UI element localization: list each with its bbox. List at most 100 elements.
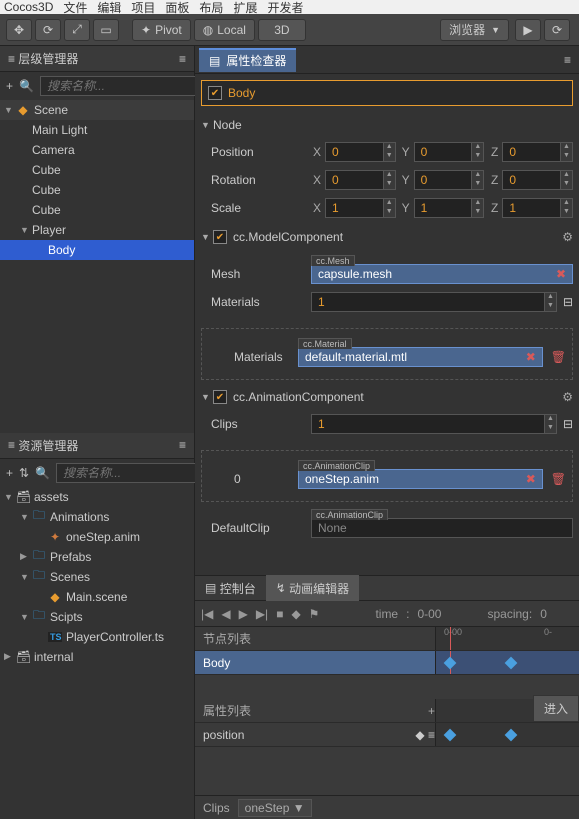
hierarchy-item[interactable]: Cube	[0, 180, 194, 200]
local-toggle[interactable]: ◍Local	[194, 19, 255, 41]
add-node-button[interactable]: +	[6, 79, 13, 93]
asset-row[interactable]: ▼🗃assets	[0, 487, 194, 507]
inspector-tab[interactable]: ▤属性检查器	[199, 48, 296, 72]
materials-count-row: Materials ▲▼ ⊟	[201, 290, 573, 314]
prev-frame-button[interactable]: ◀	[221, 607, 230, 621]
keyframe[interactable]	[505, 728, 518, 741]
rotate-tool-button[interactable]: ⟳	[35, 19, 61, 41]
node-enabled-checkbox[interactable]: ✔	[208, 86, 222, 100]
spacing-value: 0	[540, 607, 547, 621]
next-frame-button[interactable]: ▶|	[256, 607, 268, 621]
enter-edit-mode-button[interactable]: 进入	[533, 695, 579, 722]
mode-toggle[interactable]: 3D	[258, 19, 306, 41]
gear-icon[interactable]: ⚙	[562, 230, 573, 244]
animation-timeline: |◀ ◀ ▶ ▶| ■ ◆ ⚑ time: 0-00 spacing: 0 节点…	[195, 601, 579, 819]
body-track[interactable]	[435, 651, 579, 674]
preview-target-dropdown[interactable]: 浏览器▼	[440, 19, 509, 41]
menu-project[interactable]: 项目	[131, 0, 155, 16]
position-track[interactable]	[435, 723, 579, 746]
node-name[interactable]: Body	[228, 86, 255, 100]
material-element-row: Materials cc.Material default-material.m…	[208, 345, 566, 369]
clear-icon[interactable]: ✖	[556, 267, 566, 281]
first-frame-button[interactable]: |◀	[201, 607, 213, 621]
panel-menu-icon[interactable]: ≡	[179, 438, 186, 452]
clear-icon[interactable]: ✖	[526, 350, 536, 364]
rect-tool-button[interactable]: ▭	[93, 19, 119, 41]
materials-count-input[interactable]	[311, 292, 557, 312]
clips-count-input[interactable]	[311, 414, 557, 434]
timeline-ruler[interactable]: 0-00 0-	[435, 627, 579, 650]
main-toolbar: ✥ ⟳ ⤢ ▭ ✦Pivot ◍Local 3D 浏览器▼ ▶ ⟳	[0, 14, 579, 46]
model-component-section: ▼✔cc.ModelComponent⚙ Mesh cc.Mesh capsul…	[201, 226, 573, 380]
spinner-down[interactable]: ▼	[383, 152, 395, 161]
keyframe[interactable]	[444, 656, 457, 669]
panel-menu-icon[interactable]: ≡	[179, 52, 186, 66]
asset-row[interactable]: ▼🗀Scipts	[0, 607, 194, 627]
clear-icon[interactable]: ✖	[526, 472, 536, 486]
menu-edit[interactable]: 编辑	[97, 0, 121, 16]
default-clip-row: DefaultClip cc.AnimationClip None	[201, 516, 573, 540]
play-button[interactable]: ▶	[515, 19, 541, 41]
keyframe[interactable]	[444, 728, 457, 741]
timeline-property-row-position[interactable]: position◆ ≡	[195, 723, 579, 747]
menu-extension[interactable]: 扩展	[233, 0, 257, 16]
animation-component-header[interactable]: ▼✔cc.AnimationComponent⚙	[201, 386, 573, 408]
refresh-button[interactable]: ⟳	[544, 19, 570, 41]
spinner-up[interactable]: ▲	[383, 143, 395, 152]
hierarchy-item-player[interactable]: ▼Player	[0, 220, 194, 240]
hierarchy-item[interactable]: Cube	[0, 160, 194, 180]
default-clip-field[interactable]: None	[311, 518, 573, 538]
asset-row[interactable]: ▼🗀Animations	[0, 507, 194, 527]
asset-row[interactable]: ▶🗀Prefabs	[0, 547, 194, 567]
add-asset-button[interactable]: +	[6, 466, 13, 480]
hierarchy-item[interactable]: Cube	[0, 200, 194, 220]
clip-selector[interactable]: oneStep ▼	[238, 799, 312, 817]
app-title: Cocos3D	[4, 0, 53, 14]
menu-layout[interactable]: 布局	[199, 0, 223, 16]
hierarchy-item[interactable]: Main Light	[0, 120, 194, 140]
material-asset-field[interactable]: default-material.mtl✖	[298, 347, 543, 367]
model-enabled-checkbox[interactable]: ✔	[213, 230, 227, 244]
inspector-body: ✔ Body ▼Node Position X ▲▼ Y ▲▼ Z ▲▼	[195, 74, 579, 575]
clip-asset-field[interactable]: oneStep.anim✖	[298, 469, 543, 489]
trash-icon[interactable]: 🗑	[551, 350, 566, 364]
mesh-asset-field[interactable]: capsule.mesh✖	[311, 264, 573, 284]
menu-panel[interactable]: 面板	[165, 0, 189, 16]
keyframe[interactable]	[505, 656, 518, 669]
assets-tree: ▼🗃assets ▼🗀Animations ✦oneStep.anim ▶🗀Pr…	[0, 487, 194, 819]
gear-icon[interactable]: ⚙	[562, 390, 573, 404]
panel-menu-icon[interactable]: ≡	[564, 53, 579, 67]
asset-row-anim[interactable]: ✦oneStep.anim	[0, 527, 194, 547]
hierarchy-item-body[interactable]: Body	[0, 240, 194, 260]
scale-tool-button[interactable]: ⤢	[64, 19, 90, 41]
asset-row-scene[interactable]: ◆Main.scene	[0, 587, 194, 607]
move-tool-button[interactable]: ✥	[6, 19, 32, 41]
anim-enabled-checkbox[interactable]: ✔	[213, 390, 227, 404]
collapse-array-icon[interactable]: ⊟	[563, 417, 573, 431]
add-keyframe-button[interactable]: ◆	[291, 607, 300, 621]
asset-row[interactable]: ▼🗀Scenes	[0, 567, 194, 587]
timeline-node-row-body[interactable]: Body	[195, 651, 579, 675]
stop-button[interactable]: ■	[276, 607, 283, 621]
model-component-header[interactable]: ▼✔cc.ModelComponent⚙	[201, 226, 573, 248]
add-event-button[interactable]: ⚑	[309, 607, 320, 621]
asset-row-internal[interactable]: ▶🗃internal	[0, 647, 194, 667]
asset-row-script[interactable]: TSPlayerController.ts	[0, 627, 194, 647]
sort-icon[interactable]: ⇅	[19, 466, 29, 480]
menu-file[interactable]: 文件	[63, 0, 87, 16]
scene-root-row[interactable]: ▼◆Scene	[0, 100, 194, 120]
trash-icon[interactable]: 🗑	[551, 472, 566, 486]
add-property-button[interactable]: +	[428, 704, 435, 718]
play-anim-button[interactable]: ▶	[239, 607, 248, 621]
node-section-header[interactable]: ▼Node	[201, 114, 573, 136]
menu-developer[interactable]: 开发者	[267, 0, 303, 16]
collapse-array-icon[interactable]: ⊟	[563, 295, 573, 309]
prop-list-header: 属性列表	[203, 702, 251, 719]
playhead[interactable]	[450, 627, 451, 650]
console-tab[interactable]: ▤ 控制台	[195, 575, 266, 601]
pivot-toggle[interactable]: ✦Pivot	[132, 19, 191, 41]
hierarchy-item[interactable]: Camera	[0, 140, 194, 160]
assets-tools: + ⇅ 🔍 ⤢ ⟳	[0, 459, 194, 487]
hierarchy-search-input[interactable]	[40, 76, 211, 96]
animation-editor-tab[interactable]: ↯ 动画编辑器	[266, 575, 359, 601]
